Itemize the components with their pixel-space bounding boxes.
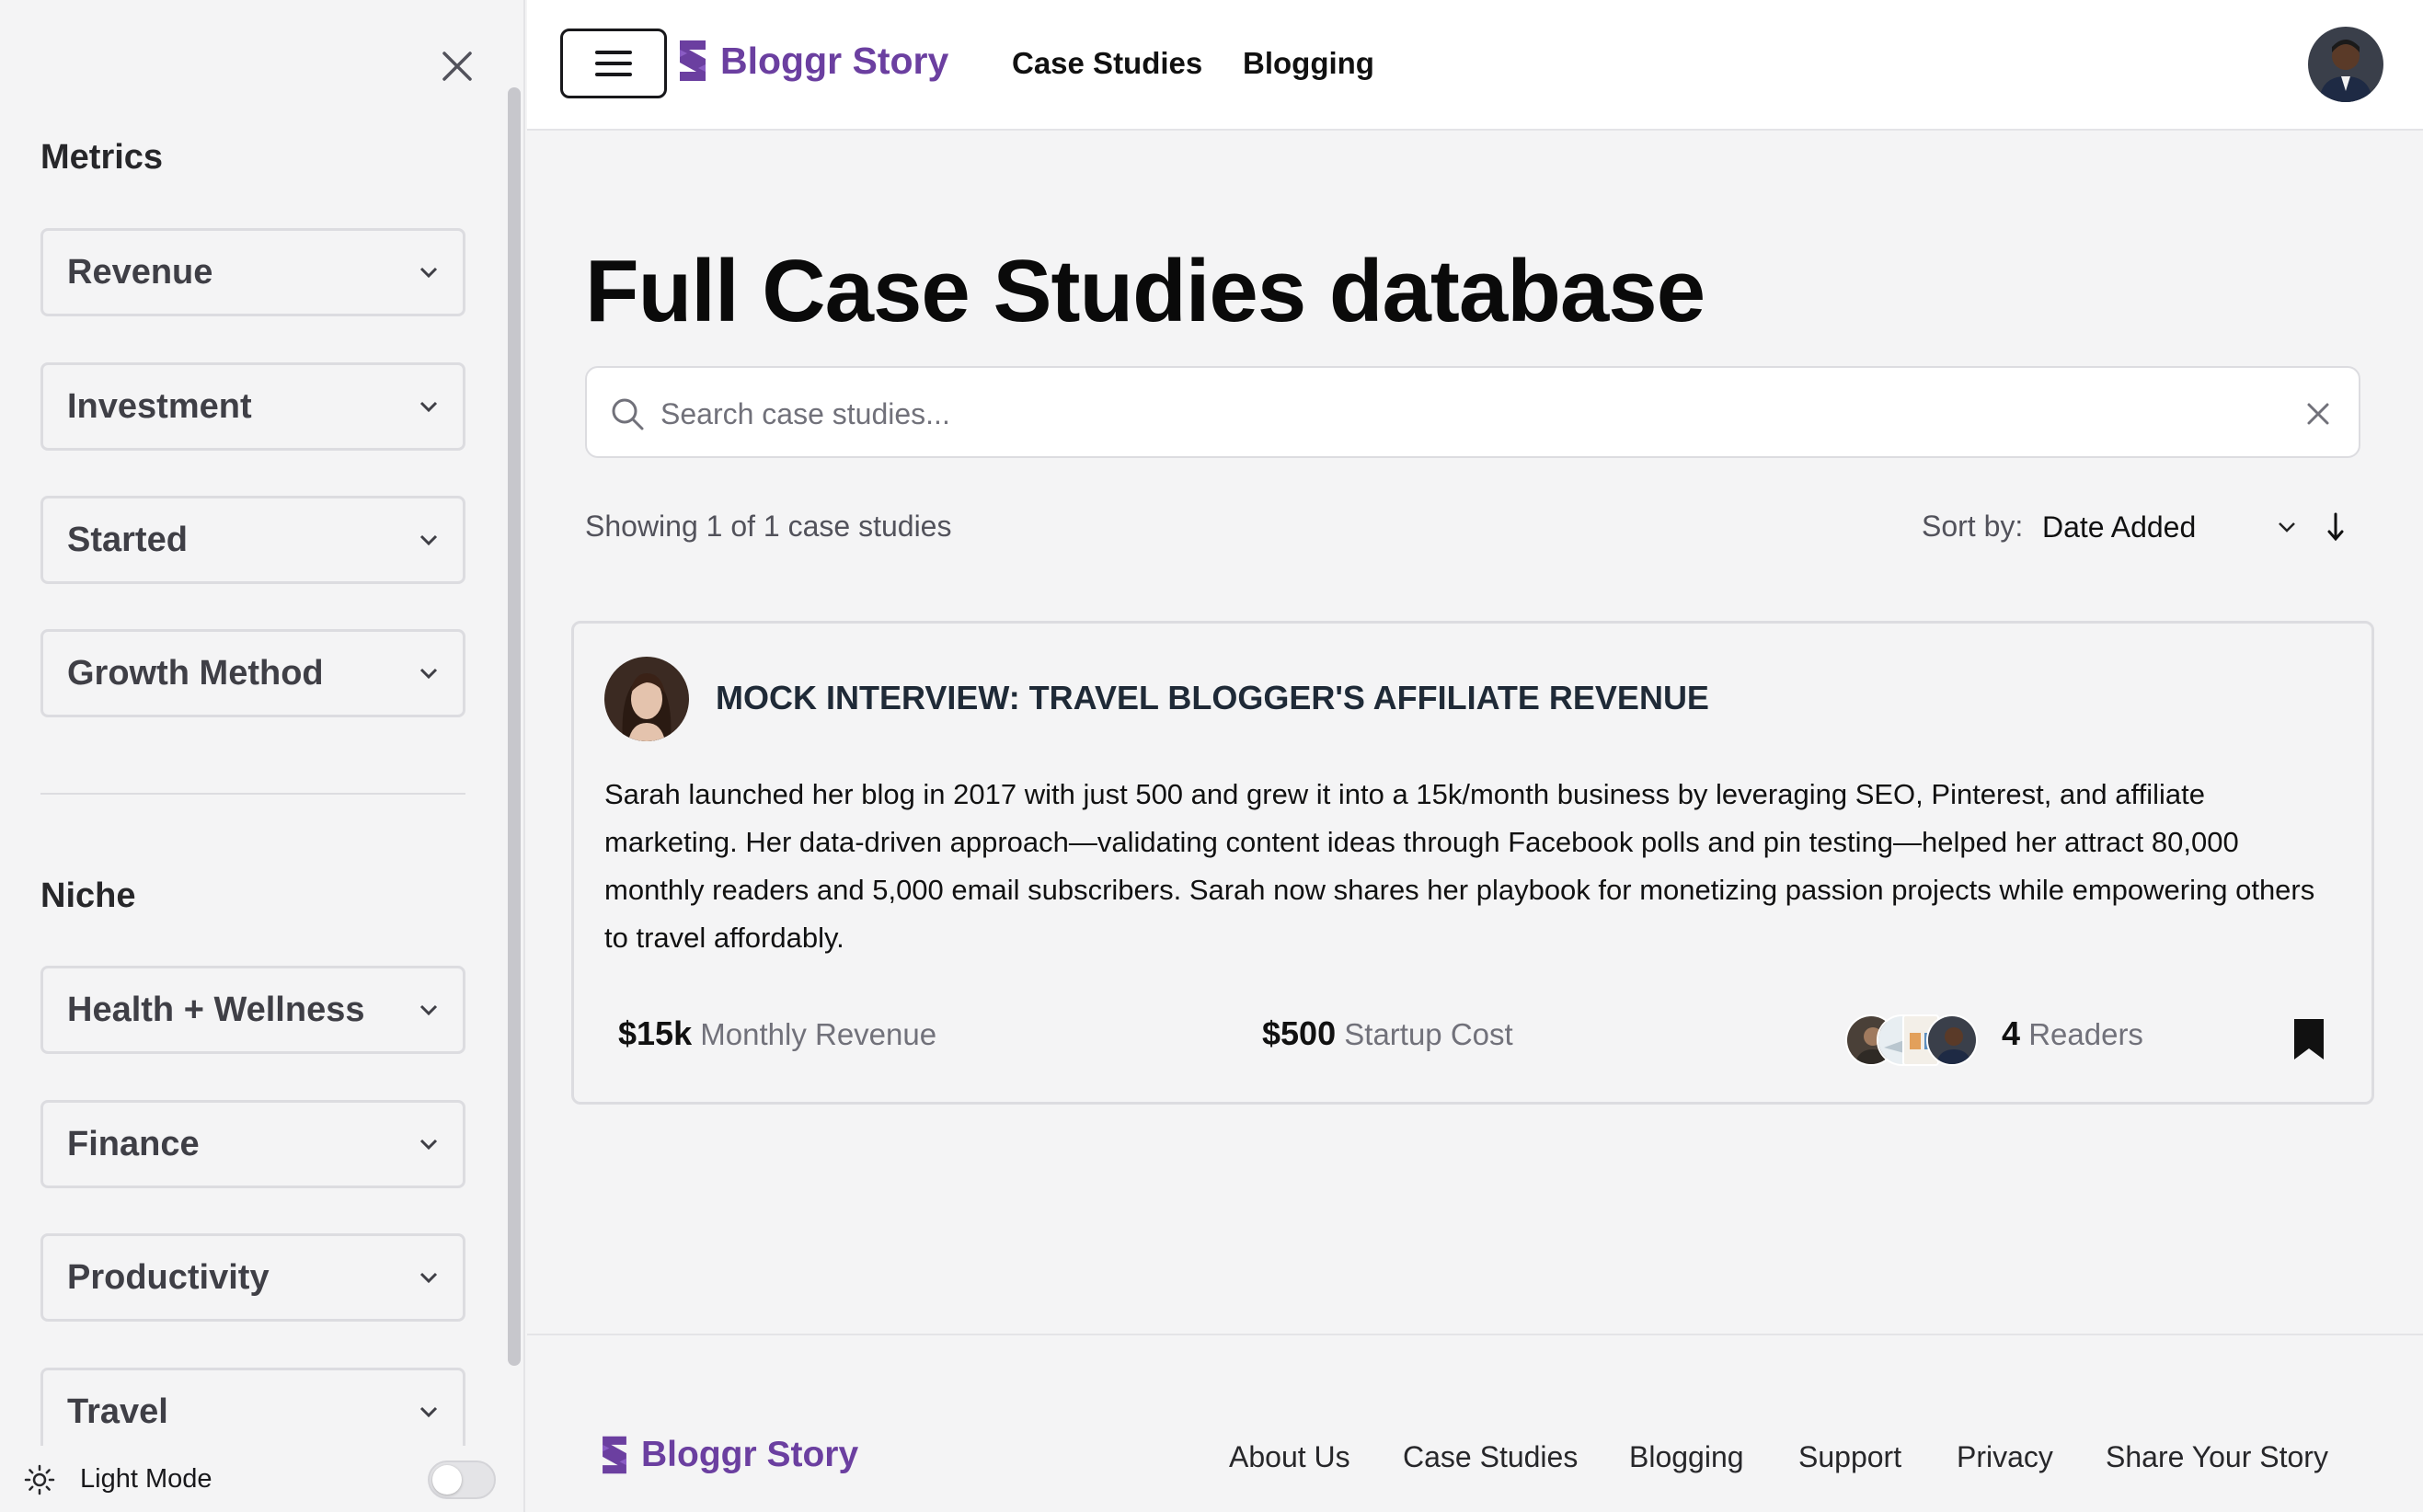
filter-health-wellness[interactable]: Health + Wellness [40, 966, 465, 1054]
chevron-down-icon [2279, 522, 2295, 533]
brand-name: Bloggr Story [720, 39, 949, 82]
chevron-down-icon [419, 1406, 438, 1418]
filter-label: Investment [67, 386, 252, 426]
author-avatar [604, 657, 689, 741]
sort-label: Sort by: [1922, 510, 2024, 543]
revenue-value: $15k [618, 1014, 693, 1052]
avatar-image [2308, 27, 2383, 102]
filter-label: Finance [67, 1124, 200, 1163]
reader-avatars [1845, 1014, 1978, 1066]
page-title: Full Case Studies database [585, 242, 1705, 340]
footer-brand-name: Bloggr Story [641, 1435, 859, 1474]
revenue-label: Monthly Revenue [700, 1017, 937, 1051]
filter-label: Travel [67, 1392, 168, 1431]
chevron-down-icon [419, 1139, 438, 1151]
nav-blogging[interactable]: Blogging [1243, 46, 1374, 81]
readers-label: Readers [2028, 1017, 2143, 1051]
search-box [585, 366, 2360, 458]
filter-label: Productivity [67, 1257, 270, 1297]
footer: Bloggr Story About Us Case Studies Blogg… [527, 1334, 2423, 1512]
menu-button[interactable] [560, 29, 667, 98]
footer-link-about-us[interactable]: About Us [1229, 1440, 1350, 1474]
logo-s-icon [680, 40, 706, 81]
cost-value: $500 [1262, 1014, 1337, 1052]
light-mode-label: Light Mode [80, 1464, 212, 1494]
filter-label: Revenue [67, 252, 213, 292]
filter-productivity[interactable]: Productivity [40, 1233, 465, 1322]
chevron-down-icon [419, 401, 438, 413]
startup-cost-stat: $500 Startup Cost [1262, 1014, 1513, 1053]
search-icon [612, 398, 644, 430]
cost-label: Startup Cost [1344, 1017, 1513, 1051]
sort-select[interactable]: Date Added [2042, 504, 2296, 550]
footer-link-case-studies[interactable]: Case Studies [1403, 1440, 1578, 1474]
footer-link-blogging[interactable]: Blogging [1629, 1440, 1744, 1474]
author-avatar-image [604, 657, 689, 741]
footer-link-share-your-story[interactable]: Share Your Story [2106, 1440, 2328, 1474]
reader-avatar [1926, 1014, 1978, 1066]
monthly-revenue-stat: $15k Monthly Revenue [618, 1014, 936, 1053]
case-study-description: Sarah launched her blog in 2017 with jus… [604, 778, 2315, 954]
footer-link-privacy[interactable]: Privacy [1957, 1440, 2053, 1474]
filter-label: Health + Wellness [67, 990, 365, 1029]
search-input[interactable] [660, 390, 2261, 438]
chevron-down-icon [419, 668, 438, 680]
filter-growth-method[interactable]: Growth Method [40, 629, 465, 717]
chevron-down-icon [419, 267, 438, 279]
case-study-title[interactable]: MOCK INTERVIEW: TRAVEL BLOGGER'S AFFILIA… [716, 679, 1709, 717]
reader-avatar-image [1928, 1016, 1976, 1064]
metrics-heading: Metrics [40, 138, 164, 177]
top-header: Bloggr Story Case Studies Blogging [527, 0, 2423, 131]
filter-started[interactable]: Started [40, 496, 465, 584]
menu-icon [595, 51, 632, 76]
readers-stat: 4 Readers [2002, 1014, 2143, 1053]
filter-label: Started [67, 520, 188, 559]
readers-value: 4 [2002, 1014, 2021, 1052]
sidebar-scrollbar[interactable] [508, 87, 521, 1366]
sidebar-divider [40, 793, 465, 795]
footer-link-support[interactable]: Support [1798, 1440, 1901, 1474]
nav-case-studies[interactable]: Case Studies [1012, 46, 1202, 81]
close-sidebar-button[interactable] [435, 44, 479, 88]
filter-revenue[interactable]: Revenue [40, 228, 465, 316]
brand-logo[interactable]: Bloggr Story [674, 37, 948, 85]
sort-direction-button[interactable] [2320, 504, 2351, 550]
bookmark-icon[interactable] [2291, 1017, 2327, 1061]
filter-label: Growth Method [67, 653, 324, 693]
light-mode-toggle[interactable] [428, 1460, 496, 1499]
filter-finance[interactable]: Finance [40, 1100, 465, 1188]
sun-icon [24, 1464, 55, 1495]
chevron-down-icon [419, 534, 438, 546]
sort-value: Date Added [2042, 510, 2197, 544]
results-count: Showing 1 of 1 case studies [585, 510, 952, 543]
user-avatar[interactable] [2308, 27, 2383, 102]
case-study-card[interactable]: MOCK INTERVIEW: TRAVEL BLOGGER'S AFFILIA… [571, 621, 2374, 1105]
light-mode-row: Light Mode [0, 1446, 523, 1512]
filter-travel[interactable]: Travel [40, 1368, 465, 1456]
footer-brand-logo[interactable]: Bloggr Story [597, 1433, 858, 1477]
filter-sidebar: Metrics Revenue Investment Started Growt… [0, 0, 525, 1512]
sort-direction-icon [2327, 512, 2344, 542]
filter-investment[interactable]: Investment [40, 362, 465, 451]
toggle-knob [432, 1465, 462, 1495]
clear-icon[interactable] [2300, 395, 2337, 432]
chevron-down-icon [419, 1004, 438, 1016]
logo-s-icon [603, 1436, 626, 1474]
niche-heading: Niche [40, 876, 136, 915]
close-icon [442, 52, 472, 81]
chevron-down-icon [419, 1272, 438, 1284]
